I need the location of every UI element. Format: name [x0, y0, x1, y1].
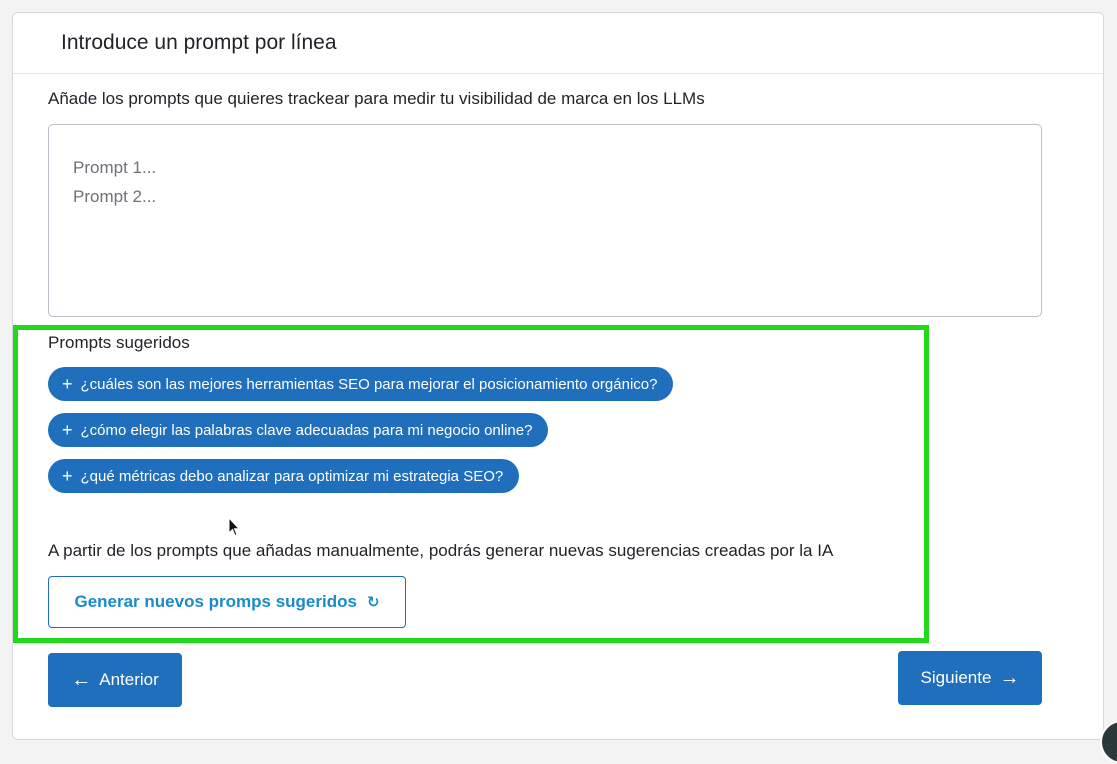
prompt-textarea[interactable]: Prompt 1... Prompt 2...: [48, 124, 1042, 317]
card-title: Introduce un prompt por línea: [13, 13, 1103, 74]
refresh-icon: ↻: [366, 594, 380, 611]
arrow-left-icon: ←: [71, 668, 92, 691]
chip-label: ¿cuáles son las mejores herramientas SEO…: [80, 375, 658, 393]
suggested-prompts-list: + ¿cuáles son las mejores herramientas S…: [48, 367, 674, 505]
plus-icon: +: [62, 420, 73, 440]
plus-icon: +: [62, 374, 73, 394]
suggested-prompt-chip[interactable]: + ¿qué métricas debo analizar para optim…: [48, 459, 520, 493]
ai-helper-text: A partir de los prompts que añadas manua…: [48, 541, 834, 560]
previous-button[interactable]: ← Anterior: [48, 653, 182, 707]
next-button[interactable]: Siguiente →: [898, 651, 1042, 705]
chip-label: ¿cómo elegir las palabras clave adecuada…: [80, 421, 533, 439]
plus-icon: +: [62, 466, 73, 486]
suggested-prompt-chip[interactable]: + ¿cuáles son las mejores herramientas S…: [48, 367, 674, 401]
generate-suggestions-button[interactable]: Generar nuevos promps sugeridos ↻: [48, 576, 406, 628]
mouse-cursor-icon: [228, 517, 240, 537]
chip-label: ¿qué métricas debo analizar para optimiz…: [80, 467, 504, 485]
generate-label: Generar nuevos promps sugeridos: [74, 592, 357, 611]
next-label: Siguiente: [920, 668, 992, 687]
placeholder-line-1: Prompt 1...: [73, 158, 157, 177]
suggested-prompt-chip[interactable]: + ¿cómo elegir las palabras clave adecua…: [48, 413, 549, 447]
arrow-right-icon: →: [999, 666, 1020, 689]
suggested-prompts-title: Prompts sugeridos: [48, 333, 190, 352]
previous-label: Anterior: [99, 670, 159, 689]
description-text: Añade los prompts que quieres trackear p…: [48, 89, 705, 108]
placeholder-line-2: Prompt 2...: [73, 187, 157, 206]
